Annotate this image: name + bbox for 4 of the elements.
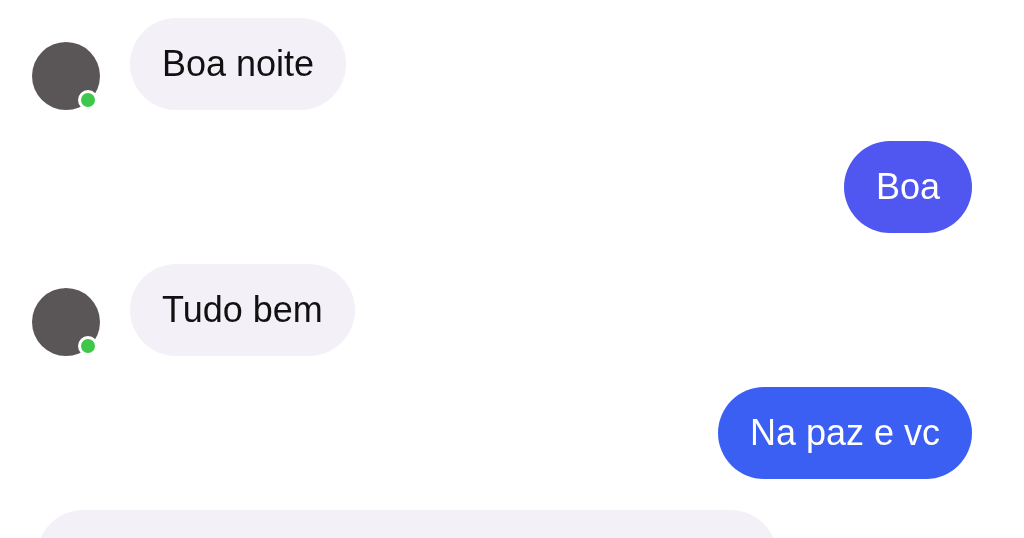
outgoing-message: Boa [843, 141, 972, 233]
outgoing-message: Na paz e vc [717, 387, 972, 479]
incoming-message: Tudo bem [130, 264, 355, 356]
incoming-message: Boa noite [130, 18, 347, 110]
